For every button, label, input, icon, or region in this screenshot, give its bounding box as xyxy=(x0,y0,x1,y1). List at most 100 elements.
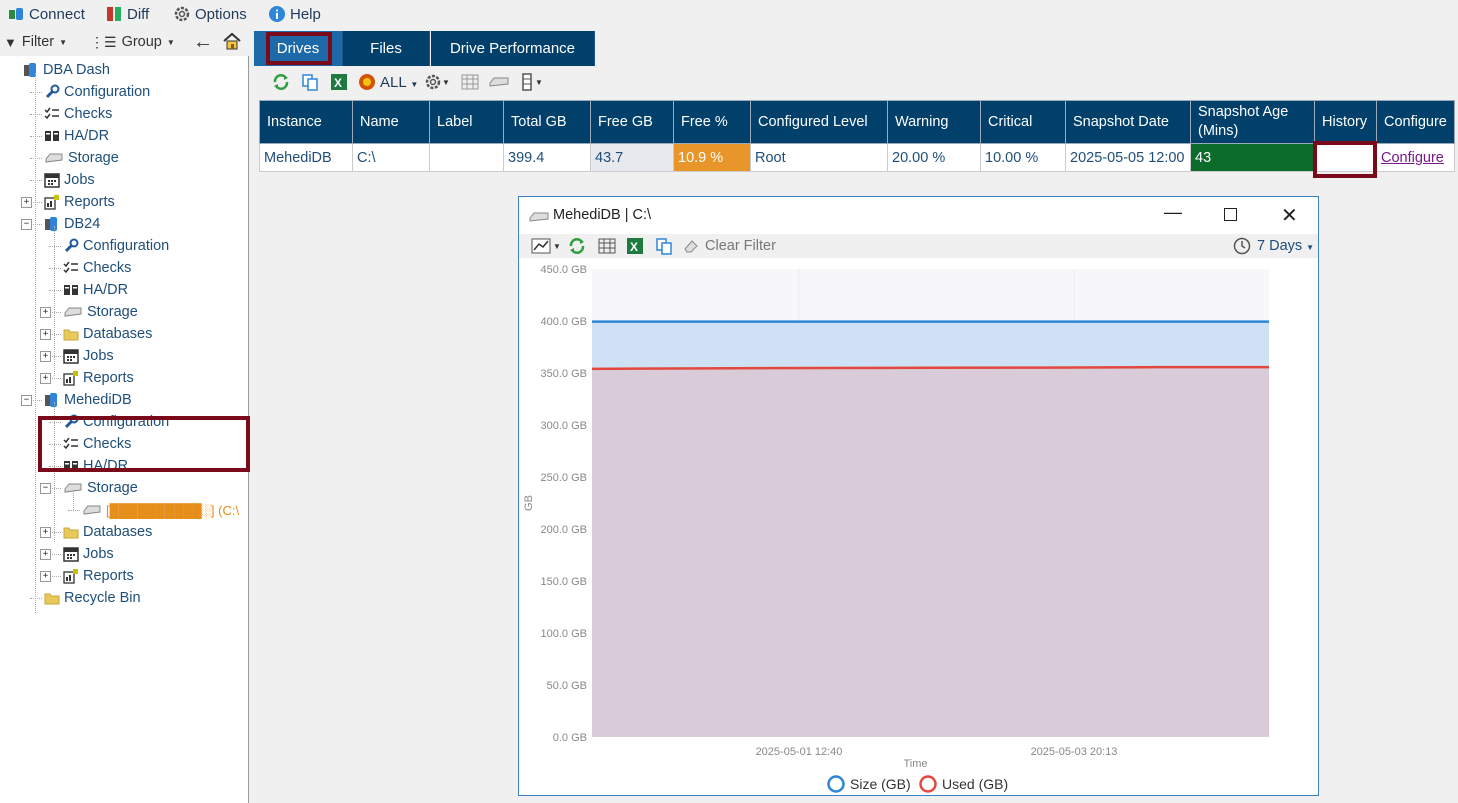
expand-toggle[interactable]: + xyxy=(40,307,51,318)
tree-item[interactable]: DBA Dash xyxy=(23,59,110,81)
y-tick-label: 150.0 GB xyxy=(541,576,587,588)
tree-item[interactable]: Storage xyxy=(44,147,119,169)
filter-button[interactable]: ▼ Filter ▼ xyxy=(4,32,67,52)
column-header[interactable]: Snapshot Date xyxy=(1065,100,1191,144)
svg-text:X: X xyxy=(334,76,342,90)
instance-filter-dropdown[interactable]: ALL ▼ xyxy=(380,74,418,91)
clock-icon xyxy=(1233,237,1251,258)
tree-connector xyxy=(30,180,42,181)
tree-item[interactable]: Jobs xyxy=(63,543,114,565)
tab-files[interactable]: Files xyxy=(343,31,430,66)
tree-connector xyxy=(49,422,61,423)
tree-connector xyxy=(68,510,80,511)
tree-item[interactable]: Reports xyxy=(63,565,134,587)
tree-item[interactable]: Configuration xyxy=(44,81,150,103)
tree-item-label: DB24 xyxy=(64,216,101,232)
column-header[interactable]: Configure xyxy=(1376,100,1455,144)
tree-item[interactable]: Jobs xyxy=(63,345,114,367)
expand-toggle[interactable]: + xyxy=(40,549,51,560)
column-header[interactable]: Snapshot Age (Mins) xyxy=(1190,100,1315,144)
column-header[interactable]: Critical xyxy=(980,100,1066,144)
close-button[interactable]: ✕ xyxy=(1281,203,1298,228)
tree-item[interactable]: Configuration xyxy=(63,411,169,433)
chart-type-icon[interactable]: ▼ xyxy=(531,237,561,258)
maximize-button[interactable] xyxy=(1224,208,1237,221)
tree-item[interactable]: Reports xyxy=(63,367,134,389)
tree-item[interactable]: Checks xyxy=(44,103,112,125)
tree-item[interactable]: Checks xyxy=(63,257,131,279)
cell-value: 2025-05-05 12:00 xyxy=(1070,149,1185,166)
options-menu[interactable]: Options xyxy=(174,4,247,24)
drive-icon xyxy=(528,210,550,226)
collapse-toggle[interactable]: − xyxy=(21,395,32,406)
tree-item[interactable]: Configuration xyxy=(63,235,169,257)
table-icon[interactable] xyxy=(598,238,616,257)
window-titlebar: MehediDB | C:\ — ✕ xyxy=(519,197,1318,233)
column-header[interactable]: Configured Level xyxy=(750,100,888,144)
column-header[interactable]: Total GB xyxy=(503,100,591,144)
tree-item[interactable]: DB24 xyxy=(44,213,100,235)
eraser-icon[interactable] xyxy=(682,237,700,258)
expand-toggle[interactable]: + xyxy=(40,571,51,582)
column-header[interactable]: History xyxy=(1314,100,1377,144)
tree-item[interactable]: Jobs xyxy=(44,169,95,191)
gear-icon[interactable]: ▼ xyxy=(425,73,450,94)
instance-filter-icon[interactable] xyxy=(358,73,376,94)
tree-item[interactable]: Storage xyxy=(63,477,138,499)
expand-toggle[interactable]: + xyxy=(40,373,51,384)
columns-icon[interactable]: ▼ xyxy=(520,73,544,94)
collapse-toggle[interactable]: − xyxy=(21,219,32,230)
table-row[interactable]: MehediDB C:\ 399.4 43.7 10.9 % Root 20.00 % 10.… xyxy=(259,143,1455,172)
tree-item[interactable]: HA/DR xyxy=(63,279,128,301)
svg-text:▼: ▼ xyxy=(535,78,543,87)
tree-item[interactable]: Recycle Bin xyxy=(44,587,141,609)
tree-item[interactable]: HA/DR xyxy=(44,125,109,147)
excel-icon[interactable]: X xyxy=(330,73,348,94)
tree-item[interactable]: Storage xyxy=(63,301,138,323)
tree-item[interactable]: Checks xyxy=(63,433,131,455)
help-menu[interactable]: Help xyxy=(269,4,321,24)
tab-drive-performance[interactable]: Drive Performance xyxy=(431,31,595,66)
group-button[interactable]: ⋮☰ Group ▼ xyxy=(90,32,175,52)
period-dropdown[interactable]: 7 Days ▼ xyxy=(1257,238,1314,254)
tree-item[interactable]: Databases xyxy=(63,323,152,345)
excel-icon[interactable]: X xyxy=(626,237,644,258)
expand-toggle[interactable]: + xyxy=(40,527,51,538)
column-header[interactable]: Free GB xyxy=(590,100,674,144)
tree-item[interactable]: Databases xyxy=(63,521,152,543)
minimize-button[interactable]: — xyxy=(1164,202,1182,223)
table-cell[interactable]: Configure xyxy=(1376,143,1455,172)
expand-toggle[interactable]: + xyxy=(40,351,51,362)
refresh-icon[interactable] xyxy=(568,237,586,258)
home-icon[interactable] xyxy=(222,32,242,53)
copy-icon[interactable] xyxy=(301,73,319,94)
filter-label: Filter xyxy=(21,34,55,50)
tree-item[interactable]: HA/DR xyxy=(63,455,128,477)
tree-item[interactable]: MehediDB xyxy=(44,389,132,411)
column-header[interactable]: Label xyxy=(429,100,504,144)
wrench-icon xyxy=(44,84,60,100)
copy-icon[interactable] xyxy=(655,237,673,258)
diff-label: Diff xyxy=(127,5,150,23)
tree-item[interactable]: [██████████░] (C:\ xyxy=(82,499,239,521)
legend-used-marker xyxy=(919,775,937,793)
column-header[interactable]: Name xyxy=(352,100,430,144)
column-header[interactable]: Warning xyxy=(887,100,981,144)
expand-toggle[interactable]: + xyxy=(40,329,51,340)
disk-icon[interactable] xyxy=(488,75,510,92)
tab-drives[interactable]: Drives xyxy=(254,31,343,66)
table-cell[interactable]: History xyxy=(1314,143,1377,172)
tree-item[interactable]: Reports xyxy=(44,191,115,213)
diff-menu[interactable]: Diff xyxy=(106,4,149,24)
column-header[interactable]: Instance xyxy=(259,100,353,144)
table-icon[interactable] xyxy=(461,74,479,93)
collapse-toggle[interactable]: − xyxy=(40,483,51,494)
table-cell: 43 xyxy=(1190,143,1315,172)
column-header[interactable]: Free % xyxy=(673,100,751,144)
expand-toggle[interactable]: + xyxy=(21,197,32,208)
connect-menu[interactable]: Connect xyxy=(8,4,85,24)
table-cell xyxy=(429,143,504,172)
back-arrow-icon[interactable]: ← xyxy=(193,31,213,54)
clear-filter-button[interactable]: Clear Filter xyxy=(705,238,776,254)
refresh-icon[interactable] xyxy=(272,73,290,94)
